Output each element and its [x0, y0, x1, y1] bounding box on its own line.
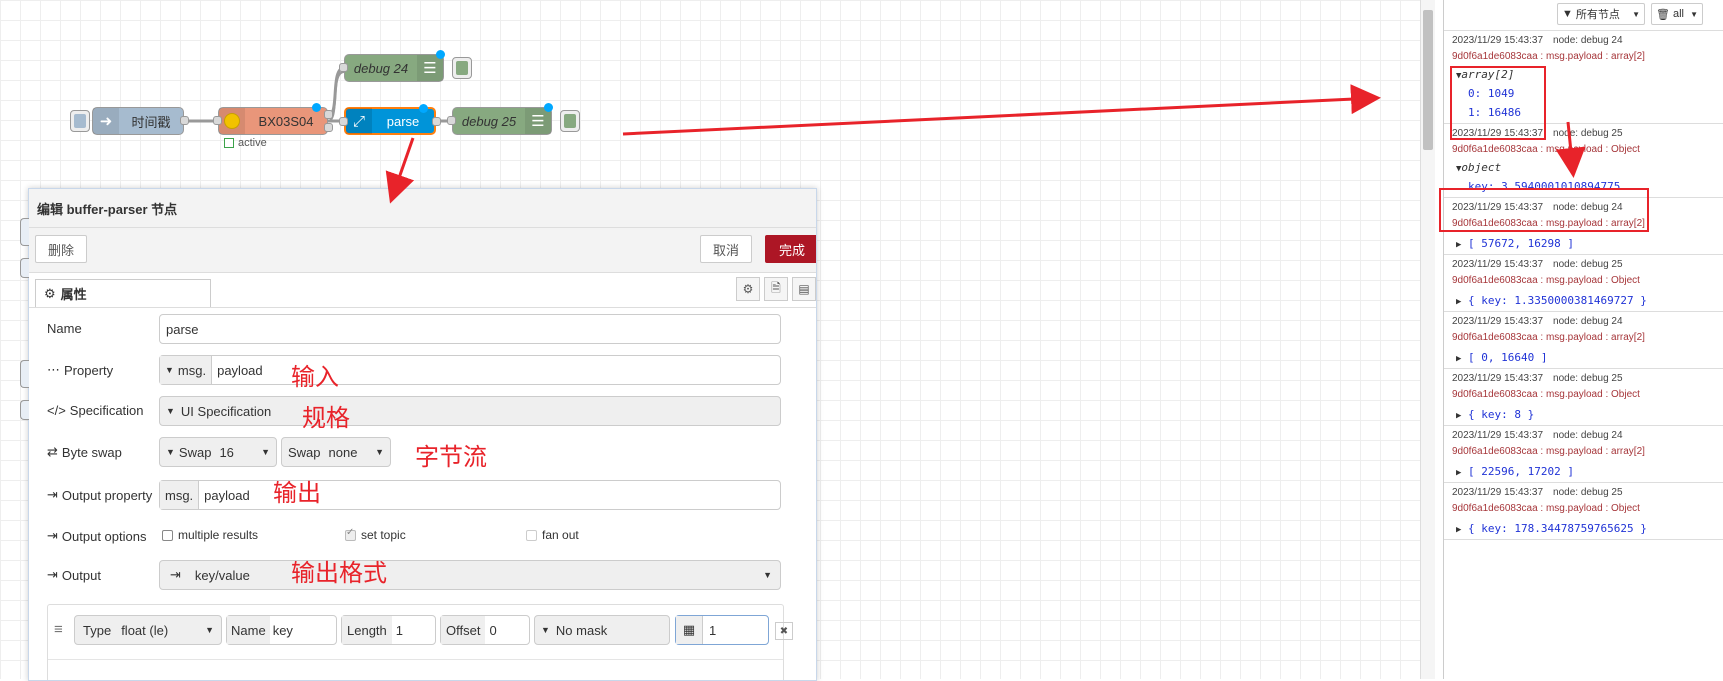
arrow-to-editor: [385, 137, 415, 204]
arrow-to-debug: [622, 84, 1381, 136]
arrow-to-object: [1555, 121, 1586, 178]
annotation-arrows: [385, 84, 1586, 204]
